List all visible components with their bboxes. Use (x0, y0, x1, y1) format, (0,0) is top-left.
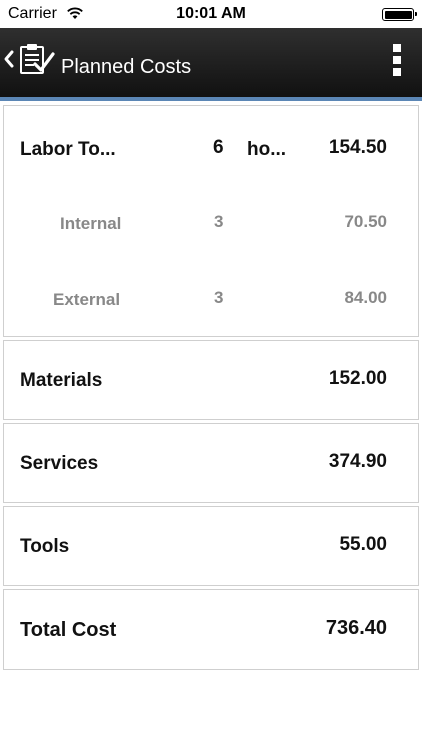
nav-accent-line (0, 97, 422, 101)
services-card[interactable]: Services 374.90 (3, 423, 419, 503)
navigation-bar: Planned Costs (0, 28, 422, 97)
clipboard-check-icon[interactable] (18, 42, 56, 76)
internal-quantity: 3 (214, 212, 224, 231)
external-quantity: 3 (214, 288, 224, 307)
internal-value: 70.50 (344, 212, 387, 231)
page-title: Planned Costs (61, 56, 192, 78)
labor-total-unit: ho... (247, 139, 287, 160)
labor-total-card[interactable]: Labor To... 6 ho... 154.50 Internal 3 70… (3, 105, 419, 337)
materials-label: Materials (20, 370, 103, 391)
total-cost-label: Total Cost (20, 619, 117, 641)
external-value: 84.00 (344, 288, 387, 307)
materials-card[interactable]: Materials 152.00 (3, 340, 419, 420)
tools-value: 55.00 (339, 534, 387, 555)
battery-icon (382, 8, 417, 21)
status-time: 10:01 AM (176, 5, 246, 22)
labor-total-label: Labor To... (20, 139, 116, 160)
services-label: Services (20, 453, 99, 474)
tools-label: Tools (20, 536, 70, 557)
services-value: 374.90 (328, 451, 387, 472)
back-chevron-icon[interactable] (2, 46, 16, 72)
total-cost-card[interactable]: Total Cost 736.40 (3, 589, 419, 670)
internal-label: Internal (60, 214, 122, 233)
external-label: External (53, 290, 121, 309)
total-cost-value: 736.40 (325, 617, 387, 639)
labor-total-quantity: 6 (213, 137, 224, 158)
labor-total-value: 154.50 (328, 137, 387, 158)
tools-card[interactable]: Tools 55.00 (3, 506, 419, 586)
status-bar: Carrier 10:01 AM (0, 0, 422, 28)
materials-value: 152.00 (328, 368, 387, 389)
more-options-icon[interactable] (392, 42, 402, 78)
